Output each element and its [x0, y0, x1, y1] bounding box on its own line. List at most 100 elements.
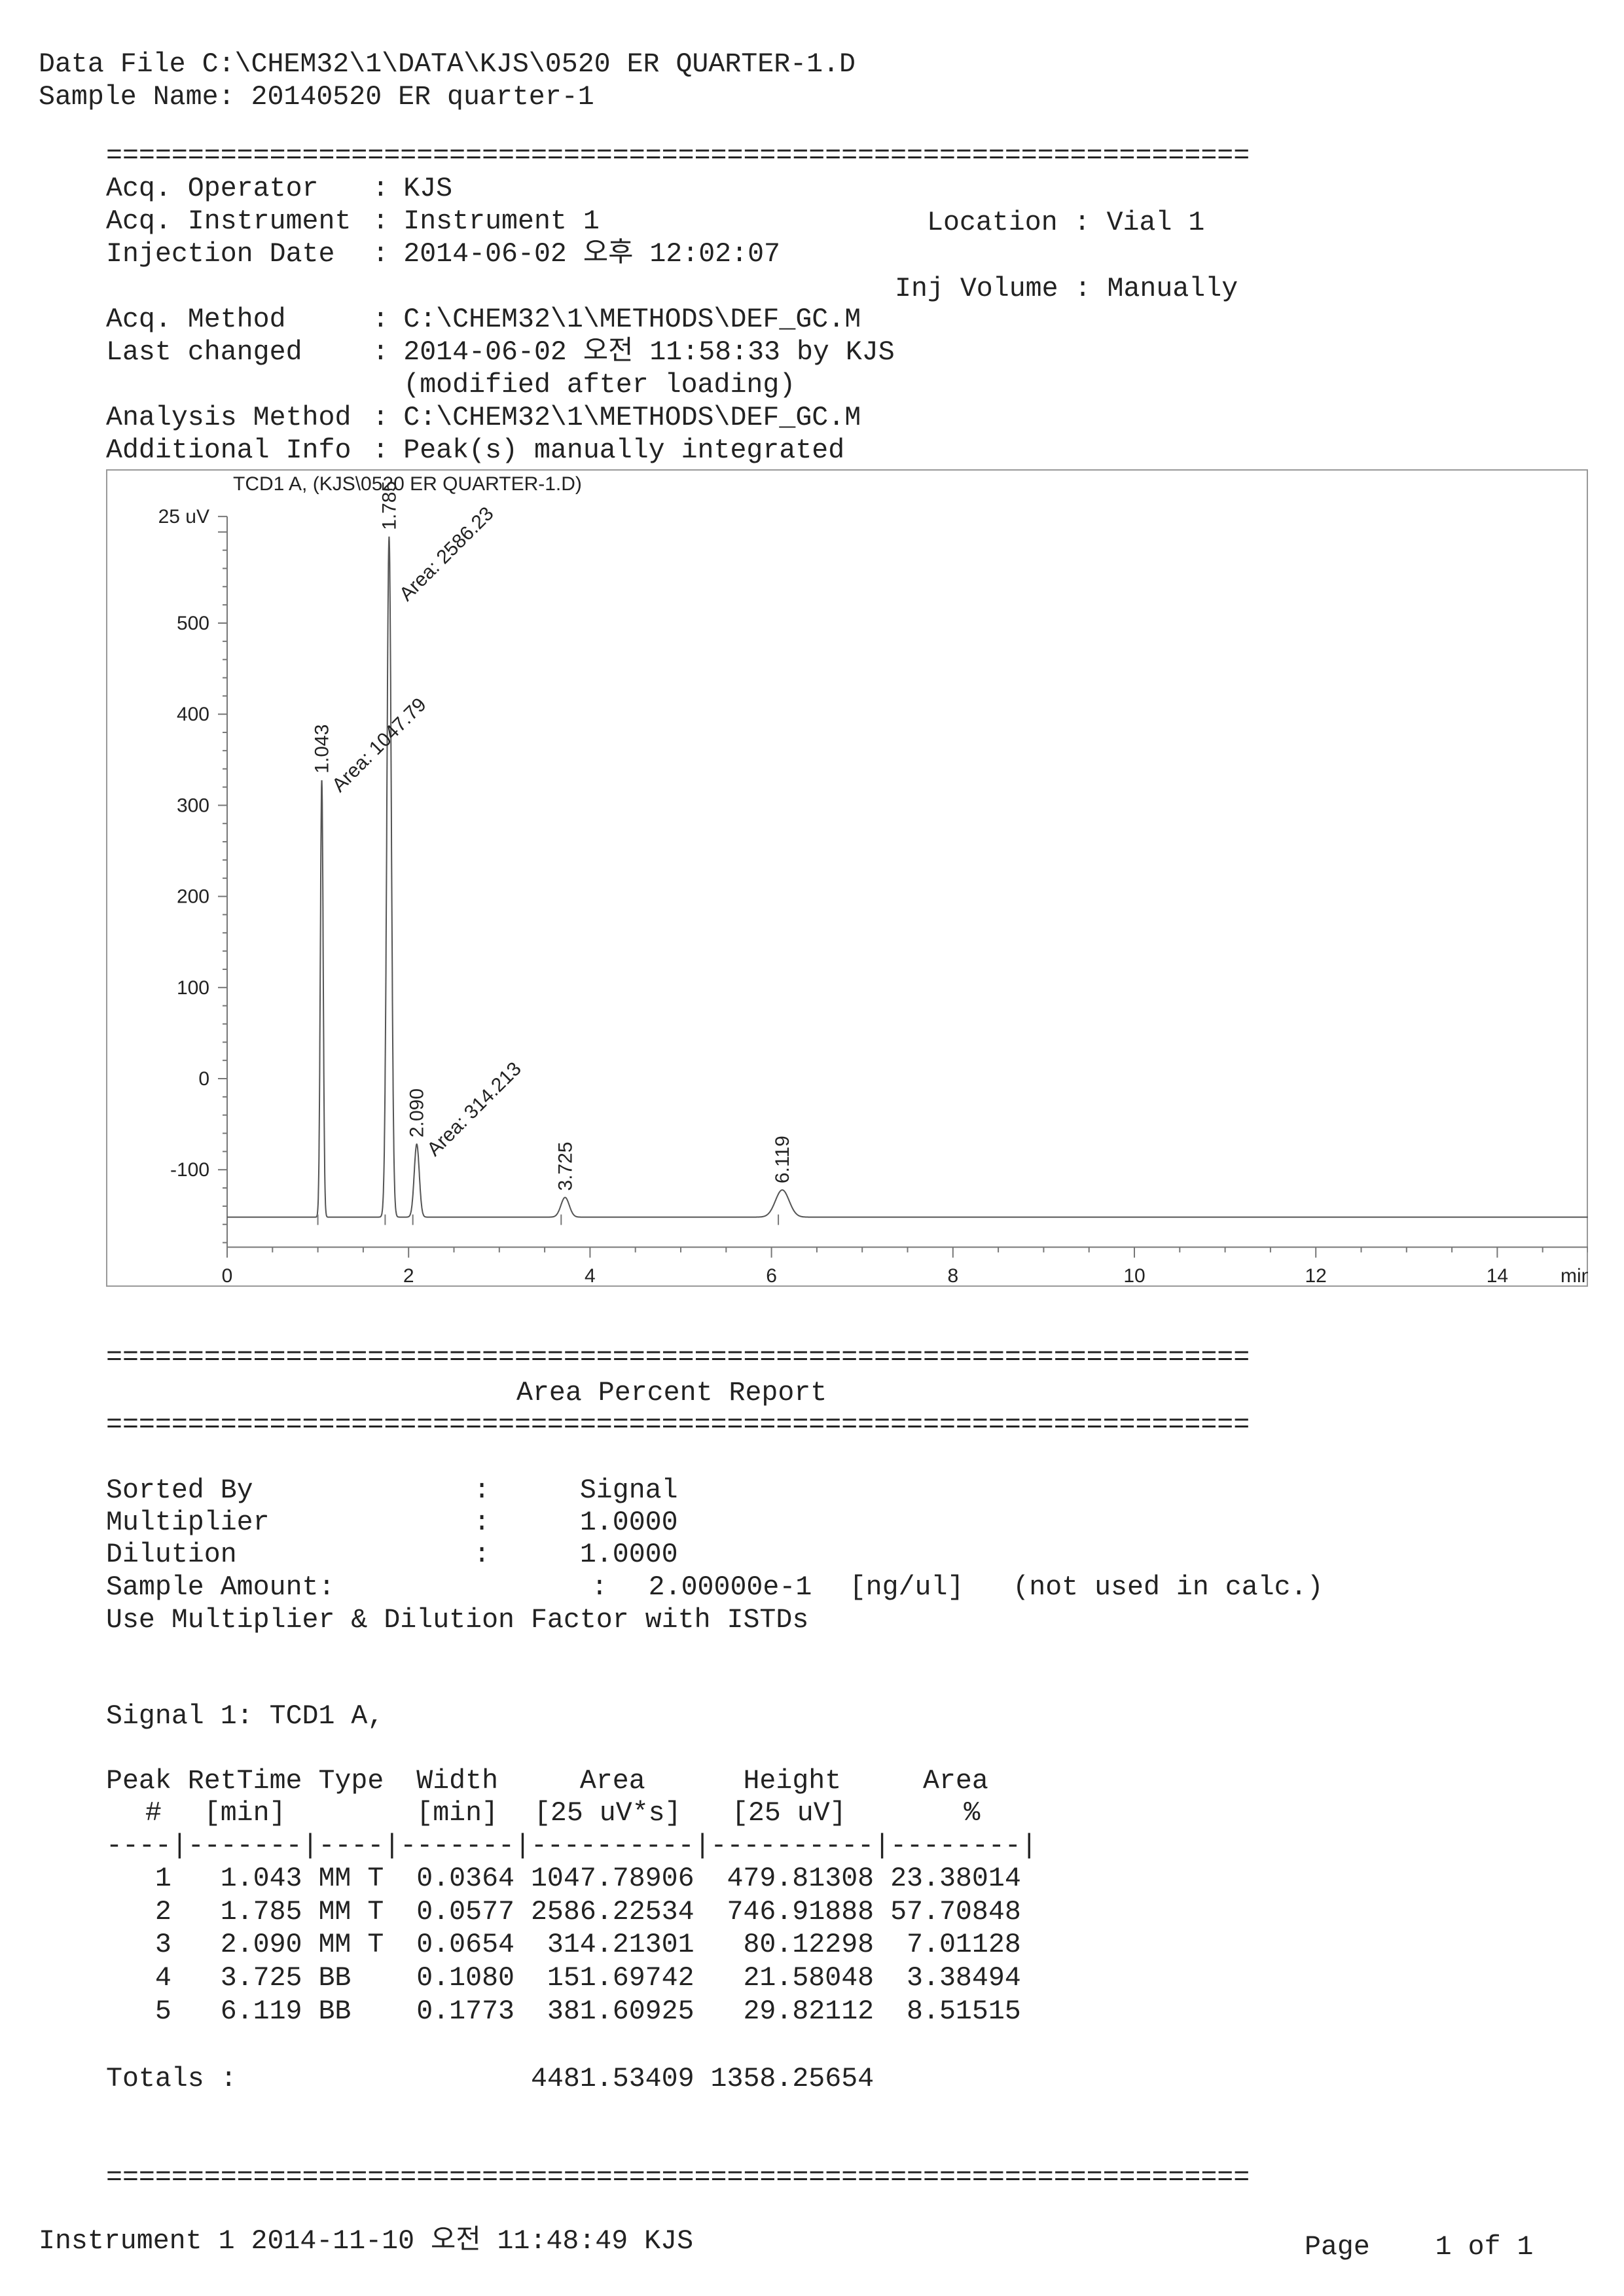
- field-value: KJS: [403, 173, 453, 204]
- separator: ========================================…: [106, 2162, 1250, 2193]
- table-cell: 2586.22534: [530, 1896, 695, 1928]
- x-tick-label: 14: [1487, 1265, 1508, 1287]
- inj-volume-field: Inj Volume : Manually: [895, 274, 1238, 304]
- setting-row: Multiplier: 1.0000: [106, 1507, 892, 1539]
- y-tick-label: 500: [177, 613, 209, 634]
- y-tick-label: 200: [177, 886, 209, 908]
- setting-colon: :: [473, 1507, 490, 1538]
- column-unit: [25 uV]: [731, 1798, 846, 1829]
- page-number: Page 1 of 1: [1305, 2232, 1534, 2263]
- table-cell: 1.043: [220, 1863, 302, 1894]
- table-dash-line: ----|-------|----|-------|----------|---…: [106, 1831, 1038, 1861]
- header-field: Injection Date:2014-06-02 오후 12:02:07: [106, 238, 892, 271]
- table-cell: 151.69742: [547, 1963, 695, 1994]
- field-colon: :: [372, 435, 389, 466]
- peak-rt-label: 1.785: [378, 481, 400, 530]
- table-cell: 29.82112: [743, 1996, 875, 2027]
- signal-label: Signal 1: TCD1 A,: [106, 1701, 384, 1732]
- table-cell: MM T: [318, 1863, 384, 1894]
- x-tick-label: 4: [585, 1265, 596, 1287]
- header-row-labels: Peak RetTime Type Width Area Height Area: [106, 1765, 1153, 1798]
- column-unit: %: [964, 1798, 981, 1829]
- x-tick-label: 12: [1305, 1265, 1327, 1287]
- field-colon: :: [372, 239, 389, 270]
- totals-area: 4481.53409: [530, 2064, 695, 2094]
- table-cell: 7.01128: [907, 1929, 1021, 1961]
- field-colon: :: [372, 403, 389, 433]
- column-unit: [min]: [416, 1798, 499, 1829]
- column-header: Type: [318, 1766, 384, 1797]
- table-cell: 1: [154, 1863, 171, 1894]
- x-tick-label: 2: [403, 1265, 414, 1287]
- table-cell: 0.0577: [416, 1896, 514, 1928]
- header-row-units: # [min] [min] [25 uV*s] [25 uV]%: [106, 1797, 1153, 1830]
- sample-amount-note: (not used in calc.): [1013, 1572, 1324, 1603]
- table-row: 5 6.119 BB 0.1773 381.60925 29.82112 8.51515: [106, 1996, 1153, 2028]
- table-cell: 57.70848: [890, 1896, 1021, 1928]
- table-cell: 2: [154, 1896, 171, 1928]
- totals-height: 1358.25654: [710, 2064, 875, 2094]
- report-title: Area Percent Report: [516, 1378, 827, 1408]
- table-cell: 8.51515: [907, 1996, 1021, 2027]
- chart-frame: [106, 469, 1588, 1287]
- separator: ========================================…: [106, 141, 1250, 171]
- table-cell: 746.91888: [727, 1896, 875, 1928]
- sample-amount-label: Sample Amount:: [106, 1572, 335, 1603]
- sample-amount-value: 2.00000e-1: [648, 1572, 812, 1603]
- x-tick-label: 6: [766, 1265, 777, 1287]
- chromatogram-chart: TCD1 A, (KJS\0520 ER QUARTER-1.D) 25 uV 50…: [106, 469, 1588, 1287]
- table-cell: 5: [154, 1996, 171, 2027]
- peak-rt-label: 3.725: [554, 1141, 576, 1191]
- setting-value: 1.0000: [579, 1507, 678, 1538]
- table-cell: 1.785: [220, 1896, 302, 1928]
- istd-note: Use Multiplier & Dilution Factor with IS…: [106, 1605, 809, 1636]
- header-field: (modified after loading): [106, 369, 892, 402]
- table-row: 4 3.725 BB 0.1080 151.69742 21.58048 3.38494: [106, 1962, 1153, 1995]
- sample-amount-colon: :: [591, 1572, 608, 1603]
- y-tick-label: 0: [198, 1068, 209, 1090]
- peak-rt-label: 6.119: [772, 1136, 793, 1183]
- field-label: Acq. Instrument: [106, 206, 352, 237]
- totals-label: Totals :: [106, 2064, 237, 2094]
- table-cell: 3: [154, 1929, 171, 1961]
- field-value: 2014-06-02 오후 12:02:07: [403, 239, 781, 270]
- field-label: Acq. Operator: [106, 173, 319, 204]
- column-header: Area: [579, 1766, 645, 1797]
- field-label: Analysis Method: [106, 403, 352, 433]
- field-colon: :: [372, 206, 389, 237]
- y-tick-label: 300: [177, 795, 209, 816]
- field-value: 2014-06-02 오전 11:58:33 by KJS: [403, 337, 895, 368]
- sample-amount-row: Sample Amount: : 2.00000e-1 [ng/ul] (not…: [106, 1571, 1546, 1604]
- location-field: Location : Vial 1: [927, 207, 1205, 238]
- column-header: Height: [743, 1766, 842, 1797]
- peak-area-label: Area: 1047.79: [328, 694, 431, 797]
- setting-colon: :: [473, 1539, 490, 1570]
- peak-area-label: Area: 2586.23: [395, 503, 498, 605]
- table-row: 1 1.043 MM T 0.0364 1047.78906 479.81308 23.38…: [106, 1863, 1153, 1895]
- table-cell: MM T: [318, 1929, 384, 1961]
- y-tick-label: 400: [177, 704, 209, 725]
- table-cell: 6.119: [220, 1996, 302, 2027]
- column-unit: [min]: [204, 1798, 286, 1829]
- setting-label: Sorted By: [106, 1475, 253, 1506]
- column-unit: #: [145, 1798, 162, 1829]
- header-field: Last changed:2014-06-02 오전 11:58:33 by K…: [106, 336, 895, 369]
- setting-value: Signal: [579, 1475, 678, 1506]
- table-cell: MM T: [318, 1896, 384, 1928]
- data-file-line: Data File C:\CHEM32\1\DATA\KJS\0520 ER Q…: [39, 49, 856, 80]
- table-cell: BB: [318, 1963, 352, 1994]
- peak-rt-label: 2.090: [406, 1088, 428, 1138]
- field-value: C:\CHEM32\1\METHODS\DEF_GC.M: [403, 403, 861, 433]
- field-value: (modified after loading): [403, 370, 796, 401]
- column-header: Peak: [106, 1766, 171, 1797]
- separator: ========================================…: [106, 1410, 1250, 1441]
- table-cell: 381.60925: [547, 1996, 695, 2027]
- table-cell: 314.21301: [547, 1929, 695, 1961]
- y-tick-label: -100: [170, 1159, 209, 1181]
- table-cell: 0.0364: [416, 1863, 514, 1894]
- table-row: 3 2.090 MM T 0.0654 314.21301 80.12298 7.01128: [106, 1929, 1153, 1962]
- column-unit: [25 uV*s]: [533, 1798, 681, 1829]
- signal-trace: [227, 536, 1588, 1218]
- table-cell: 21.58048: [743, 1963, 875, 1994]
- peak-rt-label: 1.043: [312, 725, 333, 774]
